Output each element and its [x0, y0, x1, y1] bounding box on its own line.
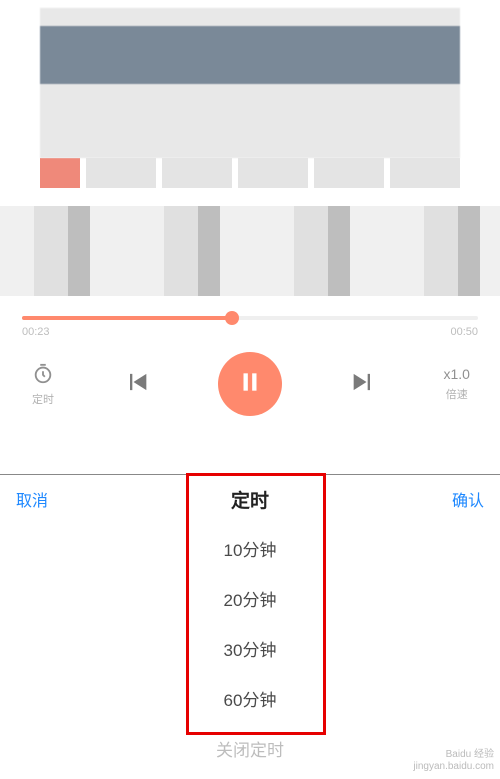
- time-total: 00:50: [450, 326, 478, 338]
- speed-value: x1.0: [444, 366, 470, 382]
- timer-option[interactable]: 30分钟: [0, 623, 500, 673]
- next-button[interactable]: [349, 368, 377, 401]
- watermark-line2: jingyan.baidu.com: [413, 761, 494, 773]
- timer-button[interactable]: 定时: [30, 361, 56, 407]
- speed-label: 倍速: [446, 386, 468, 402]
- timer-option[interactable]: 20分钟: [0, 573, 500, 623]
- cancel-button[interactable]: 取消: [0, 475, 64, 523]
- progress-slider[interactable]: [22, 316, 478, 320]
- timer-label: 定时: [32, 391, 54, 407]
- sheet-title: 定时: [231, 486, 269, 513]
- pause-icon: [237, 369, 263, 400]
- watermark: Baidu 经验 jingyan.baidu.com: [413, 749, 494, 773]
- title-text-area: [0, 206, 500, 296]
- timer-icon: [30, 361, 56, 387]
- watermark-line1: Baidu 经验: [413, 749, 494, 761]
- album-meta-strip: [40, 158, 460, 188]
- play-pause-button[interactable]: [218, 352, 282, 416]
- timer-options-list: 10分钟 20分钟 30分钟 60分钟 关闭定时: [0, 523, 500, 773]
- time-elapsed: 00:23: [22, 326, 50, 338]
- progress-bar-fill: [22, 316, 232, 320]
- progress-knob[interactable]: [225, 311, 239, 325]
- timer-option[interactable]: 60分钟: [0, 673, 500, 723]
- confirm-button[interactable]: 确认: [436, 475, 500, 523]
- speed-button[interactable]: x1.0 倍速: [444, 366, 470, 402]
- prev-button[interactable]: [123, 368, 151, 401]
- timer-bottom-sheet: 取消 定时 确认 10分钟 20分钟 30分钟 60分钟 关闭定时: [0, 474, 500, 779]
- album-art-area: [40, 8, 460, 158]
- timer-option[interactable]: 10分钟: [0, 523, 500, 573]
